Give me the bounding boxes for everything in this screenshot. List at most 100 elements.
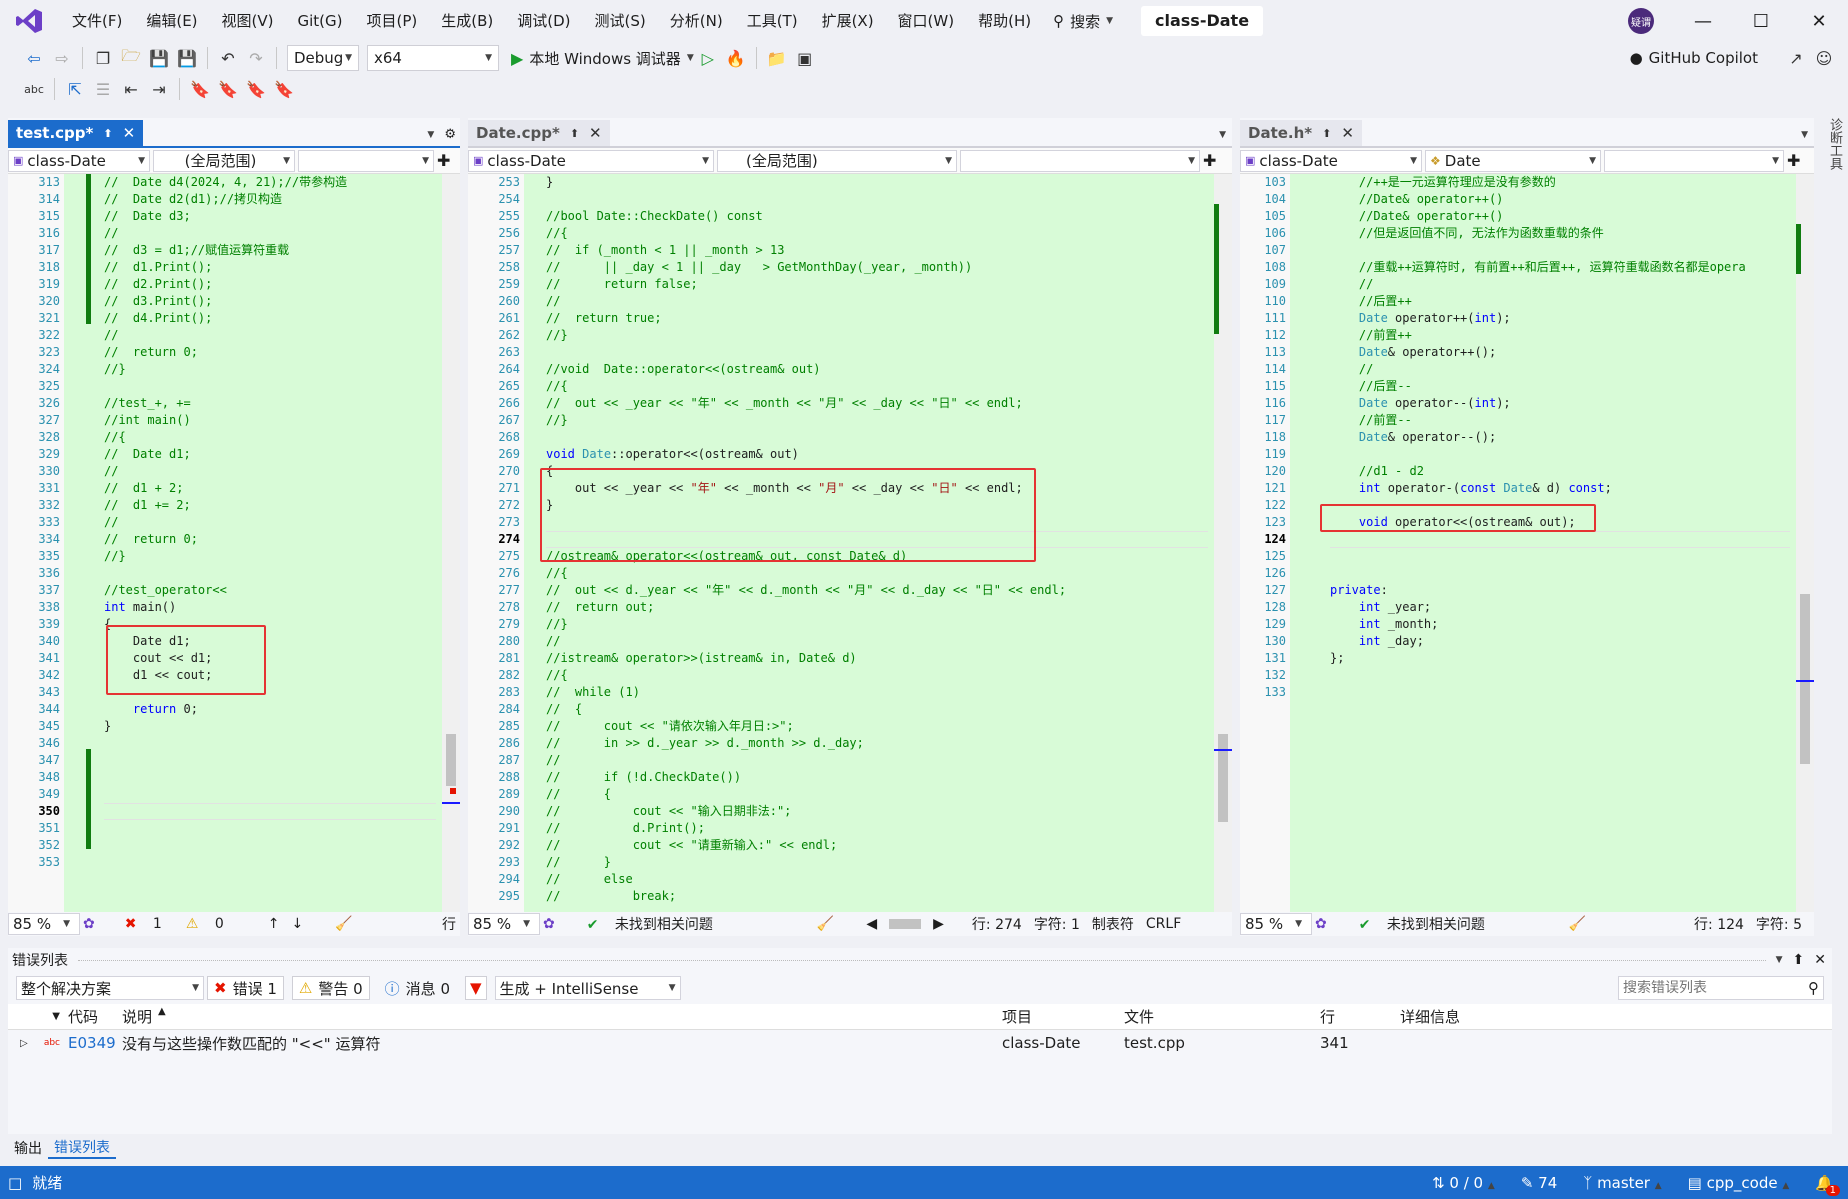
intellicode-icon[interactable]: ✿ (83, 916, 95, 932)
code-line[interactable]: // { (546, 786, 1208, 803)
code-line[interactable] (1330, 667, 1790, 684)
pending-changes-indicator[interactable]: ✎ 74 (1521, 1174, 1557, 1192)
code-line[interactable]: // d1 + 2; (104, 480, 436, 497)
menu-item[interactable]: 扩展(X) (810, 6, 886, 36)
save-icon[interactable]: 💾 (145, 45, 173, 71)
menu-item[interactable]: 生成(B) (429, 6, 505, 36)
save-all-icon[interactable]: 💾 (173, 45, 201, 71)
code-line[interactable]: // d1 += 2; (104, 497, 436, 514)
close-tab-icon[interactable]: ✕ (123, 124, 136, 142)
next-issue-icon[interactable]: ↓ (292, 916, 304, 932)
code-line[interactable]: } (104, 718, 436, 735)
clear-bookmarks-icon[interactable]: 🔖 (270, 76, 298, 102)
error-source-select[interactable]: 生成 + IntelliSense ▼ (494, 976, 681, 1000)
code-line[interactable]: // return 0; (104, 344, 436, 361)
maximize-button[interactable]: ☐ (1732, 0, 1790, 42)
member-scope-select[interactable]: ▼ (1604, 149, 1784, 172)
code-line[interactable]: //++是一元运算符理应是没有参数的 (1330, 174, 1790, 191)
messages-filter-button[interactable]: ⓘ 消息 0 (378, 976, 457, 1000)
next-bookmark-icon[interactable]: 🔖 (242, 76, 270, 102)
code-line[interactable]: // (104, 514, 436, 531)
code-line[interactable]: //{ (104, 429, 436, 446)
forward-icon[interactable]: ⇨ (48, 45, 76, 71)
code-line[interactable]: return 0; (104, 701, 436, 718)
indent-icon[interactable]: ⇥ (145, 76, 173, 102)
split-icon[interactable]: ✚ (437, 151, 450, 170)
tab-overflow-icon[interactable]: ▼ (427, 130, 434, 140)
type-scope-select[interactable]: ❖ Date ▼ (1425, 149, 1601, 172)
type-scope-select[interactable]: (全局范围) ▼ (153, 149, 295, 172)
column-header-description[interactable]: 说明 ▲ (122, 1006, 1002, 1027)
code-line[interactable]: //Date& operator++() (1330, 208, 1790, 225)
code-line[interactable]: int _year; (1330, 599, 1790, 616)
code-line[interactable]: // d.Print(); (546, 820, 1208, 837)
code-line[interactable]: //} (546, 616, 1208, 633)
scrollbar-thumb[interactable] (446, 734, 456, 786)
code-line[interactable]: // } (546, 854, 1208, 871)
spell-check-icon[interactable]: abc (20, 76, 48, 102)
code-line[interactable]: } (546, 174, 1208, 191)
minimize-button[interactable]: — (1674, 0, 1732, 42)
project-scope-select[interactable]: ▣ class-Date ▼ (1240, 149, 1422, 172)
code-editor[interactable]: 253 254 255 256 257 258 259 260 261 262 263 264 265 2… (468, 174, 1232, 912)
zoom-select[interactable]: 85 % ▼ (8, 913, 80, 935)
code-line[interactable] (1330, 565, 1790, 582)
code-line[interactable]: //后置++ (1330, 293, 1790, 310)
code-line[interactable]: int _day; (1330, 633, 1790, 650)
code-line[interactable]: // break; (546, 888, 1208, 905)
code-line[interactable]: // return true; (546, 310, 1208, 327)
vertical-scrollbar[interactable] (442, 174, 460, 912)
notifications-button[interactable]: 🔔 1 (1815, 1174, 1840, 1196)
filter-toggle-button[interactable]: ▼ (464, 976, 487, 1000)
quick-info-icon[interactable]: ⇱ (61, 76, 89, 102)
code-line[interactable] (104, 378, 436, 395)
code-line[interactable]: // while (1) (546, 684, 1208, 701)
error-row[interactable]: ▷ abc E0349 没有与这些操作数匹配的 "<<" 运算符 class-Date t… (8, 1030, 1832, 1056)
code-line[interactable]: //void Date::operator<<(ostream& out) (546, 361, 1208, 378)
vertical-scrollbar[interactable] (1214, 174, 1232, 912)
code-line[interactable]: int main() (104, 599, 436, 616)
code-line[interactable]: //{ (546, 565, 1208, 582)
tab-overflow-icon[interactable]: ▼ (1219, 130, 1226, 140)
menu-item[interactable]: 工具(T) (735, 6, 810, 36)
code-line[interactable]: //前置-- (1330, 412, 1790, 429)
code-line[interactable]: // in >> d._year >> d._month >> d._day; (546, 735, 1208, 752)
code-line[interactable]: Date operator--(int); (1330, 395, 1790, 412)
split-icon[interactable]: ✚ (1203, 151, 1216, 170)
code-line[interactable]: //Date& operator++() (1330, 191, 1790, 208)
code-line[interactable] (546, 344, 1208, 361)
code-line[interactable]: //} (546, 327, 1208, 344)
solution-explorer-icon[interactable]: 📁 (763, 45, 791, 71)
error-count[interactable]: ✖ 1 (125, 916, 174, 932)
tab-date-cpp[interactable]: Date.cpp* ⬆ ✕ (468, 120, 610, 146)
code-line[interactable]: //int main() (104, 412, 436, 429)
menu-item[interactable]: 调试(D) (505, 6, 582, 36)
code-editor[interactable]: 103 104 105 106 107 108 109 110 111 112 113 114 115 1… (1240, 174, 1814, 912)
code-line[interactable]: // cout << "请依次输入年月日:>"; (546, 718, 1208, 735)
type-scope-select[interactable]: (全局范围) ▼ (717, 149, 957, 172)
vertical-scrollbar[interactable] (1796, 174, 1814, 912)
column-indicator[interactable]: 字符: 1 (1034, 914, 1080, 934)
notification-area-icon[interactable]: □ (8, 1174, 22, 1192)
code-line[interactable]: private: (1330, 582, 1790, 599)
code-line[interactable]: //但是返回值不同, 无法作为函数重载的条件 (1330, 225, 1790, 242)
menu-item[interactable]: 视图(V) (210, 6, 286, 36)
prev-bookmark-icon[interactable]: 🔖 (214, 76, 242, 102)
code-line[interactable]: }; (1330, 650, 1790, 667)
column-indicator[interactable]: 字符: 5 (1756, 914, 1802, 934)
split-icon[interactable]: ✚ (1787, 151, 1800, 170)
code-line[interactable]: // d3 = d1;//赋值运算符重载 (104, 242, 436, 259)
code-line[interactable]: // Date d2(d1);//拷贝构造 (104, 191, 436, 208)
code-line[interactable]: // (546, 633, 1208, 650)
code-line[interactable]: Date operator++(int); (1330, 310, 1790, 327)
error-cell-code[interactable]: E0349 (68, 1034, 122, 1052)
code-line[interactable]: // d2.Print(); (104, 276, 436, 293)
code-line[interactable]: // Date d4(2024, 4, 21);//带参构造 (104, 174, 436, 191)
expand-row-icon[interactable]: ▷ (8, 1038, 32, 1049)
redo-icon[interactable]: ↷ (242, 45, 270, 71)
code-cleanup-icon[interactable]: 🧹 (335, 916, 352, 932)
start-debugging-button[interactable]: ▶ 本地 Windows 调试器 ▼ (511, 48, 694, 69)
menu-item[interactable]: 帮助(H) (966, 6, 1043, 36)
code-line[interactable]: void Date::operator<<(ostream& out) (546, 446, 1208, 463)
indent-mode-indicator[interactable]: 制表符 (1092, 914, 1134, 934)
